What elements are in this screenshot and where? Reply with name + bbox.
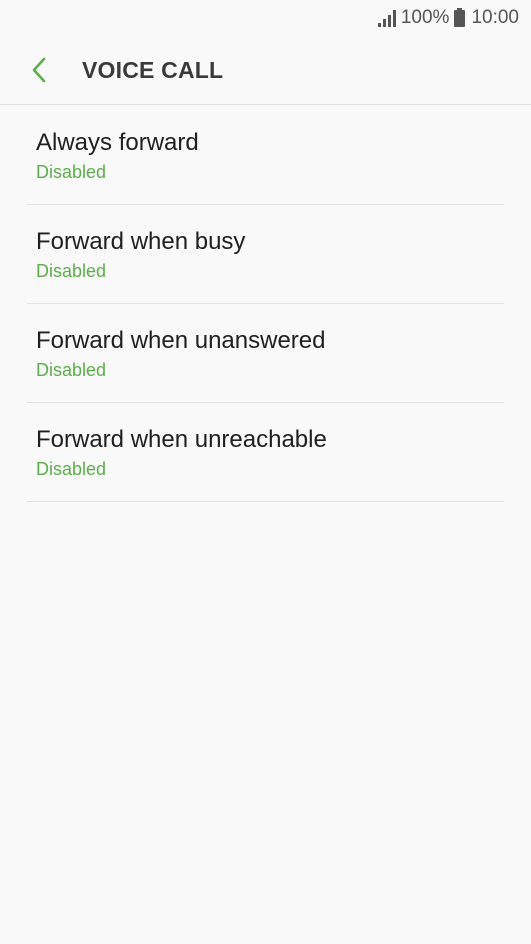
list-item-title: Always forward	[36, 129, 199, 156]
list-item-status: Disabled	[36, 261, 107, 281]
list-item-title: Forward when unreachable	[36, 426, 327, 453]
chevron-left-icon	[32, 57, 46, 83]
list-item-title: Forward when busy	[36, 228, 246, 255]
list-item-title: Forward when unanswered	[36, 327, 326, 354]
list-item-forward-when-unanswered[interactable]: Forward when unanswered Disabled	[27, 304, 504, 403]
list-item-status: Disabled	[36, 162, 107, 182]
clock: 10:00	[471, 7, 519, 28]
battery-icon	[454, 7, 466, 27]
list-item-forward-when-unreachable[interactable]: Forward when unreachable Disabled	[27, 403, 504, 502]
page-title: VOICE CALL	[82, 56, 224, 83]
forwarding-options-list: Always forward Disabled Forward when bus…	[0, 106, 531, 502]
back-button[interactable]	[0, 36, 82, 105]
status-bar: 100% 10:00	[0, 0, 531, 36]
signal-icon	[377, 9, 396, 27]
app-bar: VOICE CALL	[0, 36, 531, 105]
list-item-status: Disabled	[36, 360, 107, 380]
list-item-always-forward[interactable]: Always forward Disabled	[27, 106, 504, 205]
battery-percentage: 100%	[400, 7, 450, 28]
list-item-status: Disabled	[36, 459, 107, 479]
list-item-forward-when-busy[interactable]: Forward when busy Disabled	[27, 205, 504, 304]
